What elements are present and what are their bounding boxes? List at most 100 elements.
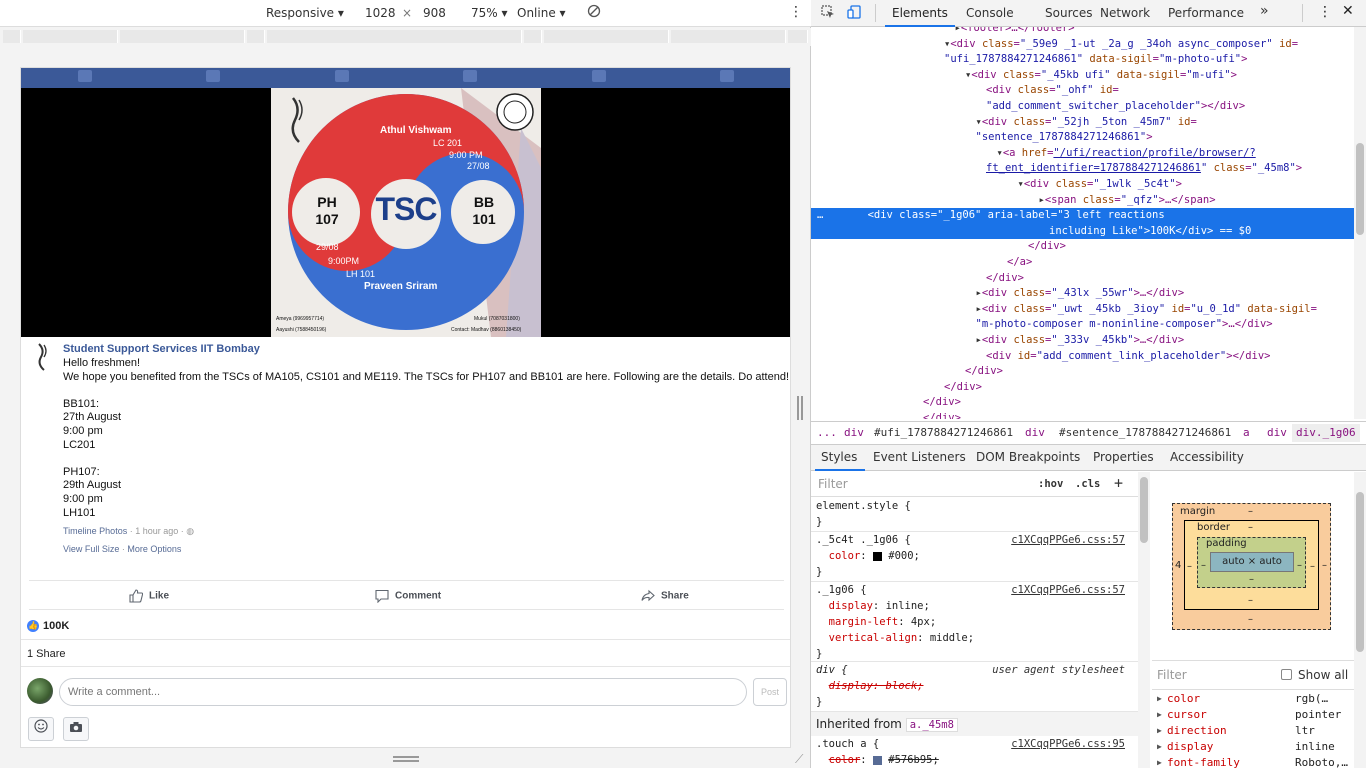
viewport-resize-handle-bottom[interactable] (393, 756, 419, 762)
close-devtools-icon[interactable]: ✕ (1342, 3, 1354, 19)
style-rule-user-agent[interactable]: div {user agent stylesheet display: bloc… (811, 662, 1138, 712)
styles-scrollbar[interactable] (1138, 472, 1150, 768)
dom-node[interactable]: ▸<div class="_43lx _55wr">…</div> (811, 286, 1354, 302)
styles-filter-input[interactable]: Filter (818, 477, 848, 491)
menu-icon[interactable] (720, 70, 734, 82)
devtools-menu-icon[interactable]: ⋮ (1318, 4, 1332, 20)
computed-style-row[interactable]: ▶ color rgb(… (1152, 692, 1366, 708)
breadcrumb-item[interactable]: div (1025, 426, 1045, 439)
search-icon[interactable] (592, 70, 606, 82)
tab-network[interactable]: Network (1100, 6, 1150, 20)
expand-arrow-icon[interactable]: ▶ (1157, 726, 1162, 735)
dom-node[interactable]: <div id="add_comment_link_placeholder"><… (811, 349, 1354, 365)
comment-button[interactable]: Comment (375, 589, 441, 604)
dom-node[interactable]: "sentence_1787884271246861"> (811, 130, 1354, 146)
more-options-link[interactable]: More Options (127, 544, 181, 554)
zoom-select[interactable]: 75% ▾ (471, 6, 508, 20)
height-input[interactable]: 908 (423, 6, 446, 20)
viewport-resize-corner-icon[interactable]: ⟋ (795, 752, 803, 767)
dom-node-selected[interactable]: … <div class="_1g06" aria-label="3 left … (811, 208, 1354, 224)
tab-accessibility[interactable]: Accessibility (1170, 450, 1244, 464)
computed-style-row[interactable]: ▶ cursor pointer (1152, 708, 1366, 724)
box-model-padding[interactable]: padding – – – auto × auto (1197, 537, 1306, 588)
dom-node-selected[interactable]: including Like">100K</div> == $0 (811, 223, 1354, 240)
dom-node[interactable]: ▸<span class="_qfz">…</span> (811, 193, 1354, 209)
dom-node[interactable]: </div> (811, 364, 1354, 380)
dom-node[interactable]: </div> (811, 271, 1354, 287)
dom-node[interactable]: <div class="_ohf" id= (811, 83, 1354, 99)
tab-elements[interactable]: Elements (892, 6, 948, 20)
box-model-content[interactable]: auto × auto (1210, 552, 1294, 572)
dom-node[interactable]: </div> (811, 239, 1354, 255)
box-model-border[interactable]: border – – – – padding – – – auto × auto (1184, 520, 1319, 610)
friends-icon[interactable] (206, 70, 220, 82)
dom-node[interactable]: </div> (811, 380, 1354, 396)
rotate-icon[interactable] (587, 4, 601, 21)
scrollbar-thumb[interactable] (1356, 492, 1364, 652)
dom-node[interactable]: ft_ent_identifier=1787884271246861" clas… (811, 161, 1354, 177)
computed-style-row[interactable]: ▶ direction ltr (1152, 724, 1366, 740)
dom-node[interactable]: ▾<div class="_52jh _5ton _45m7" id= (811, 115, 1354, 131)
breadcrumb-item[interactable]: #sentence_1787884271246861 (1059, 426, 1231, 439)
post-comment-button[interactable]: Post (753, 678, 787, 706)
inherited-element-link[interactable]: a._45m8 (905, 718, 958, 732)
computed-style-row[interactable]: ▶ display inline (1152, 740, 1366, 756)
breadcrumb-item[interactable]: #ufi_1787884271246861 (874, 426, 1013, 439)
network-select[interactable]: Online ▾ (517, 6, 566, 20)
scrollbar-thumb[interactable] (1356, 143, 1364, 235)
style-rule-touch-a[interactable]: .touch a {c1XCqqPPGe6.css:95 color: #576… (811, 736, 1138, 768)
album-link[interactable]: Timeline Photos (63, 526, 127, 536)
dom-node[interactable]: ▸<div class="_333v _45kb">…</div> (811, 333, 1354, 349)
stylesheet-link[interactable]: c1XCqqPPGe6.css:57 (1011, 582, 1125, 598)
box-model-margin[interactable]: margin – 4 – – border – – – – padding – … (1172, 503, 1331, 630)
computed-filter-input[interactable]: Filter (1157, 668, 1187, 682)
view-full-size-link[interactable]: View Full Size (63, 544, 119, 554)
expand-arrow-icon[interactable]: ▶ (1157, 758, 1162, 767)
style-rule-1g06[interactable]: ._1g06 {c1XCqqPPGe6.css:57 display: inli… (811, 582, 1138, 662)
tab-dom-breakpoints[interactable]: DOM Breakpoints (976, 450, 1080, 464)
dom-node[interactable]: ▾<div class="_45kb ufi" data-sigil="m-uf… (811, 68, 1354, 84)
media-query-bar[interactable] (0, 28, 811, 46)
reaction-count[interactable]: 👍 100K (27, 620, 69, 633)
stylesheet-link[interactable]: c1XCqqPPGe6.css:57 (1011, 532, 1125, 548)
breadcrumb-item[interactable]: div._1g06 (1292, 424, 1360, 442)
dom-node[interactable]: "ufi_1787884271246861" data-sigil="m-pho… (811, 52, 1354, 68)
breadcrumb-item[interactable]: div (1267, 426, 1287, 439)
comment-input[interactable]: Write a comment... (59, 678, 747, 706)
share-count[interactable]: 1 Share (27, 648, 66, 660)
device-toolbar-menu-icon[interactable]: ⋮ (789, 4, 803, 20)
new-style-rule-button[interactable]: + (1114, 474, 1123, 492)
computed-style-row[interactable]: ▶ font-family Roboto,… (1152, 756, 1366, 772)
dom-node[interactable]: "m-photo-composer m-noninline-composer">… (811, 317, 1354, 333)
device-select[interactable]: Responsive ▾ (266, 6, 344, 20)
expand-arrow-icon[interactable]: ▶ (1157, 710, 1162, 719)
dom-node[interactable]: "add_comment_switcher_placeholder"></div… (811, 99, 1354, 115)
dom-node[interactable]: ▾<div class="_1wlk _5c4t"> (811, 177, 1354, 193)
expand-arrow-icon[interactable]: ▶ (1157, 694, 1162, 703)
dom-node[interactable]: </a> (811, 255, 1354, 271)
class-toggle[interactable]: .cls (1075, 478, 1100, 490)
breadcrumb-item[interactable]: a (1243, 426, 1250, 439)
style-rule-5c4t[interactable]: ._5c4t ._1g06 {c1XCqqPPGe6.css:57 color:… (811, 532, 1138, 582)
tab-styles[interactable]: Styles (821, 450, 857, 464)
dom-node[interactable]: ▾<a href="/ufi/reaction/profile/browser/… (811, 146, 1354, 162)
sidebar-scrollbar[interactable] (1354, 472, 1366, 768)
tab-event-listeners[interactable]: Event Listeners (873, 450, 966, 464)
like-button[interactable]: Like (129, 589, 169, 603)
tab-console[interactable]: Console (966, 6, 1014, 20)
viewport-resize-handle-right[interactable] (797, 396, 803, 420)
breadcrumb-item[interactable]: div (844, 426, 864, 439)
share-button[interactable]: Share (641, 589, 689, 603)
photo-button[interactable] (63, 717, 89, 741)
dom-node[interactable]: </div> (811, 411, 1354, 419)
style-rule-element[interactable]: element.style {} (811, 498, 1138, 532)
tab-properties[interactable]: Properties (1093, 450, 1154, 464)
scrollbar-thumb[interactable] (1140, 477, 1148, 543)
more-tabs-chevron-icon[interactable]: » (1260, 3, 1269, 19)
messages-icon[interactable] (335, 70, 349, 82)
tab-performance[interactable]: Performance (1168, 6, 1244, 20)
news-feed-icon[interactable] (78, 70, 92, 82)
device-toolbar-toggle-icon[interactable] (847, 5, 861, 22)
dom-node[interactable]: ▸<div class="_uwt _45kb _3ioy" id="u_0_1… (811, 302, 1354, 318)
breadcrumb-item[interactable]: ... (817, 426, 837, 439)
